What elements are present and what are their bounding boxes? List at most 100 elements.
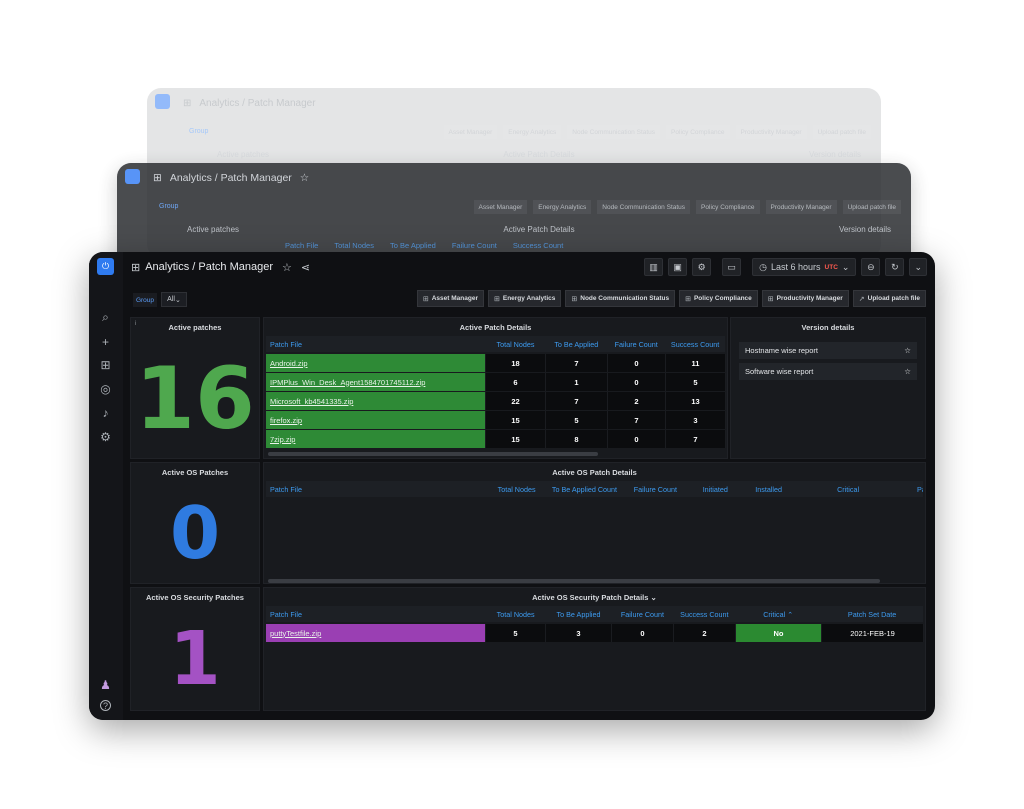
cell: 5 [546,411,608,429]
plus-icon[interactable]: + [98,334,113,349]
group-select[interactable]: All ⌄ [161,292,187,307]
col-header[interactable]: Total Nodes [490,485,544,494]
version-link-hostname[interactable]: Hostname wise report ☆ [739,342,917,359]
cell-patch-file[interactable]: puttyTestfile.zip [266,624,486,642]
col-header[interactable]: Patch [903,485,923,494]
add-panel-button[interactable]: ▥ [644,258,664,276]
cell-critical: No [736,624,822,642]
stage: ⊞ Analytics / Patch Manager Group Asset … [0,0,1024,809]
col-header-critical[interactable]: Critical ⌃ [735,610,821,619]
col-header-label: Critical [763,609,786,619]
ghost-link: Productivity Manager [736,125,807,139]
col-header[interactable]: Initiated [685,485,745,494]
col-header[interactable]: Failure Count [611,610,673,619]
panel-title: Active OS Patch Details [552,468,637,477]
ghost-star-icon: ☆ [299,172,310,184]
panel-title: Active patches [168,323,222,332]
ghost-subheader: Success Count [512,241,564,250]
col-header[interactable]: Failure Count [607,340,665,349]
table-row: puttyTestfile.zip 5 3 0 2 No 2021-FEB-19 [266,624,924,642]
ghost-link: Upload patch file [842,200,901,214]
ghost-right-label: Version details [808,150,861,159]
cell: 15 [486,430,546,448]
link-node-communication-status[interactable]: ⊞ Node Communication Status [565,290,676,307]
refresh-interval-dropdown[interactable]: ⌄ [909,258,927,276]
col-header[interactable]: Critical [831,485,903,494]
cell-patch-file[interactable]: IPMPlus_Win_Desk_Agent1584701745112.zip [266,373,486,391]
ghost-subheaders: Patch File Total Nodes To Be Applied Fai… [285,241,563,250]
ghost-link: Policy Compliance [696,200,760,214]
ghost-grid-icon: ⊞ [153,172,162,184]
ghost-panel-labels: Active patches Active Patch Details Vers… [187,225,891,234]
cell: 18 [486,354,546,372]
dashboard-icon: ⊞ [571,295,578,303]
col-header[interactable]: Patch Set Date [821,610,923,619]
cell-patch-file[interactable]: Android.zip [266,354,486,372]
ghost-subheader: Total Nodes [334,241,374,250]
tv-mode-button[interactable]: ▭ [722,258,742,276]
col-header[interactable]: Total Nodes [486,610,546,619]
cell: 3 [546,624,612,642]
horizontal-scrollbar[interactable] [268,452,598,456]
cell: 0 [608,430,666,448]
share-icon[interactable]: ⋖ [301,261,310,274]
save-button[interactable]: ▣ [668,258,688,276]
refresh-button[interactable]: ↻ [885,258,905,276]
col-header[interactable]: Failure Count [625,485,685,494]
link-energy-analytics[interactable]: ⊞ Energy Analytics [487,290,562,307]
version-link-software[interactable]: Software wise report ☆ [739,363,917,380]
cell: 1 [546,373,608,391]
cell: 22 [486,392,546,410]
dashboards-icon[interactable]: ⊞ [98,357,113,372]
zoom-out-button[interactable]: ⊖ [861,258,881,276]
col-header[interactable]: Patch File [266,610,486,619]
horizontal-scrollbar[interactable] [268,579,880,583]
power-icon[interactable]: ⏻ [97,258,114,275]
ghost-mid-label: Active Patch Details [503,225,575,234]
star-icon[interactable]: ☆ [904,367,911,376]
col-header[interactable]: Patch File [266,340,486,349]
clock-icon: ◷ [759,261,768,272]
alerts-icon[interactable]: ♪ [98,405,113,420]
link-upload-patch-file[interactable]: ↗ Upload patch file [852,290,926,307]
col-header[interactable]: Success Count [665,340,725,349]
col-header[interactable]: To Be Applied [546,610,612,619]
chevron-down-icon: ⌄ [174,296,181,304]
page-title[interactable]: Analytics / Patch Manager [145,261,273,273]
ghost-link: Energy Analytics [533,200,592,214]
col-header[interactable]: Patch File [266,485,490,494]
link-asset-manager[interactable]: ⊞ Asset Manager [416,290,484,307]
cell-patch-file[interactable]: firefox.zip [266,411,486,429]
cell: 0 [612,624,674,642]
ghost-link: Node Communication Status [597,200,691,214]
settings-button[interactable]: ⚙ [692,258,712,276]
cell-patch-file[interactable]: Microsoft_kb4541335.zip [266,392,486,410]
timezone-label: UTC [824,263,838,271]
col-header[interactable]: Total Nodes [486,340,546,349]
settings-icon[interactable]: ⚙ [98,429,113,444]
panel-title: Active OS Patches [161,468,229,477]
col-header[interactable]: To Be Applied [545,340,607,349]
panel-title: Version details [801,323,855,332]
star-icon[interactable]: ☆ [282,261,292,274]
col-header[interactable]: Installed [745,485,831,494]
version-link-label: Hostname wise report [745,346,818,355]
star-icon[interactable]: ☆ [904,346,911,355]
cell: 2 [608,392,666,410]
panel-title[interactable]: Active OS Security Patch Details ⌄ [264,593,925,602]
col-header[interactable]: To Be Applied Count [544,485,626,494]
panel-active-os-security-details: Active OS Security Patch Details ⌄ Patch… [263,587,926,711]
user-avatar-icon[interactable]: ♟ [98,677,113,692]
cell: 8 [546,430,608,448]
tv-mode-icon: ▭ [727,261,736,272]
explore-icon[interactable]: ◎ [98,381,113,396]
ghost-link: Asset Manager [444,125,498,139]
time-picker[interactable]: ◷ Last 6 hours UTC ⌄ [752,258,857,276]
help-icon[interactable]: ? [100,700,111,711]
link-productivity-manager[interactable]: ⊞ Productivity Manager [761,290,849,307]
cell-patch-file[interactable]: 7zip.zip [266,430,486,448]
version-link-label: Software wise report [745,367,814,376]
search-icon[interactable]: ⌕ [98,310,113,325]
col-header[interactable]: Success Count [673,610,735,619]
link-policy-compliance[interactable]: ⊞ Policy Compliance [679,290,758,307]
